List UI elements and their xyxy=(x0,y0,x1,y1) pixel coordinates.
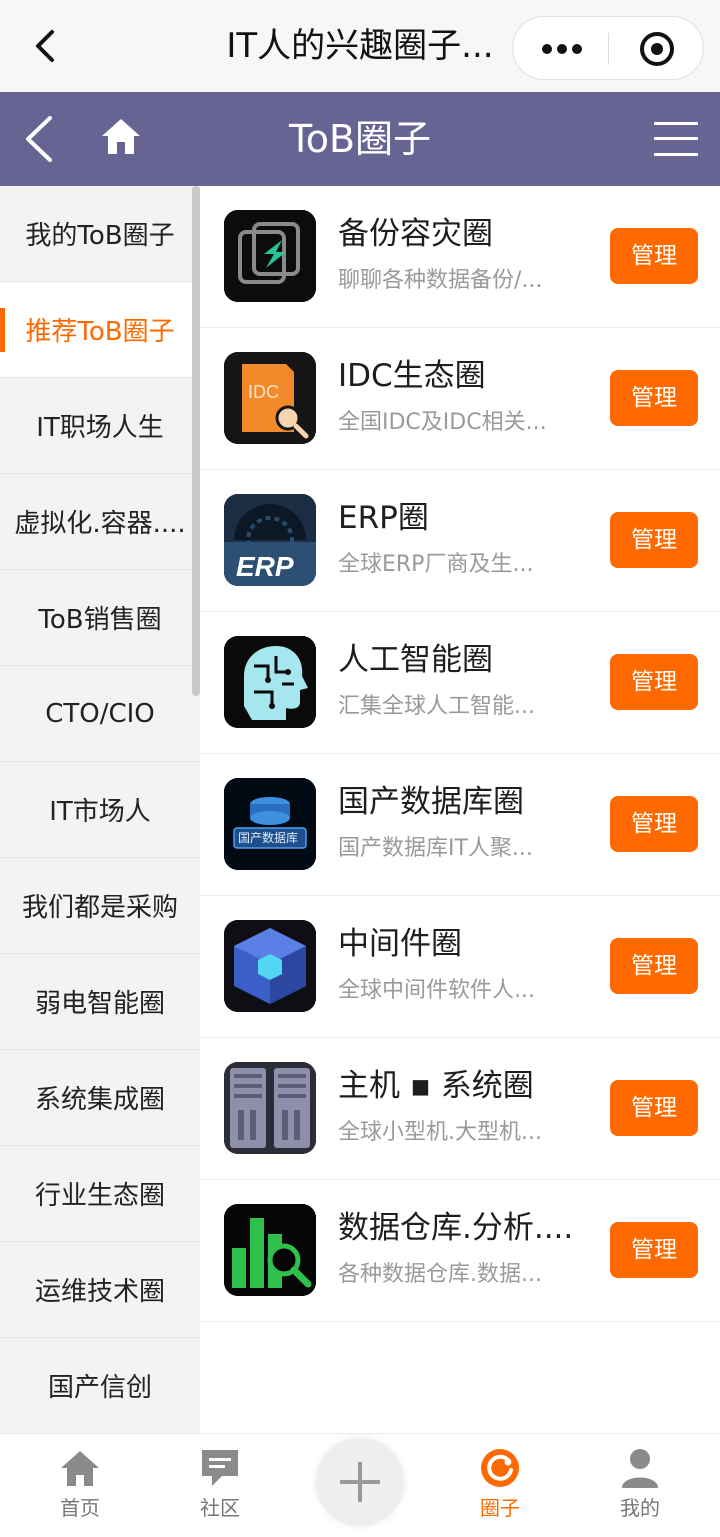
idc-icon-text: IDC xyxy=(248,382,279,402)
middleware-cube-icon xyxy=(224,920,316,1012)
list-item[interactable]: 备份容灾圈 聊聊各种数据备份/... 管理 xyxy=(200,186,720,328)
sidebar-item-industry-ecosystem[interactable]: 行业生态圈 xyxy=(0,1146,200,1242)
sidebar-scrollbar[interactable] xyxy=(192,186,200,696)
erp-icon: ERP xyxy=(224,494,316,586)
capsule-divider xyxy=(608,33,609,65)
miniapp-title: IT人的兴趣圈子... xyxy=(226,26,494,66)
sidebar-item-my-tob[interactable]: 我的ToB圈子 xyxy=(0,186,200,282)
circle-name: 数据仓库.分析.... xyxy=(338,1210,574,1246)
user-icon xyxy=(618,1446,662,1490)
header-back-icon[interactable] xyxy=(16,112,60,166)
sidebar-item-label: 推荐ToB圈子 xyxy=(25,317,175,347)
sidebar-item-procurement[interactable]: 我们都是采购 xyxy=(0,858,200,954)
list-item[interactable]: IDC IDC生态圈 全国IDC及IDC相关... 管理 xyxy=(200,328,720,470)
manage-button[interactable]: 管理 xyxy=(610,228,698,284)
circle-name: ERP圈 xyxy=(338,500,429,536)
list-item[interactable]: 数据仓库.分析.... 各种数据仓库.数据... 管理 xyxy=(200,1180,720,1322)
circle-description: 汇集全球人工智能... xyxy=(338,694,535,719)
circle-description: 全国IDC及IDC相关... xyxy=(338,410,547,435)
back-arrow-icon[interactable] xyxy=(26,26,66,66)
page-header: ToB圈子 xyxy=(0,92,720,186)
sidebar-item-label: IT职场人生 xyxy=(36,413,164,443)
db-icon-text: 国产数据库 xyxy=(238,830,298,845)
circle-name: 国产数据库圈 xyxy=(338,784,524,820)
add-post-button[interactable] xyxy=(316,1438,404,1526)
sidebar-item-label: 系统集成圈 xyxy=(34,1085,165,1115)
circle-description: 国产数据库IT人聚... xyxy=(338,836,533,861)
list-item[interactable]: 中间件圈 全球中间件软件人... 管理 xyxy=(200,896,720,1038)
sidebar-item-weak-current[interactable]: 弱电智能圈 xyxy=(0,954,200,1050)
sidebar-item-cto-cio[interactable]: CTO/CIO xyxy=(0,666,200,762)
manage-button[interactable]: 管理 xyxy=(610,1222,698,1278)
circle-description: 全球中间件软件人... xyxy=(338,978,535,1003)
sidebar-item-label: 行业生态圈 xyxy=(34,1181,165,1211)
circle-description: 全球小型机.大型机... xyxy=(338,1120,542,1145)
manage-button[interactable]: 管理 xyxy=(610,654,698,710)
circle-icon xyxy=(478,1446,522,1490)
backup-recovery-icon xyxy=(224,210,316,302)
circle-description: 全球ERP厂商及生... xyxy=(338,552,534,577)
sidebar-item-it-marketing[interactable]: IT市场人 xyxy=(0,762,200,858)
manage-button[interactable]: 管理 xyxy=(610,512,698,568)
circle-name: IDC生态圈 xyxy=(338,358,486,394)
server-icon xyxy=(224,1062,316,1154)
sidebar-item-label: 我的ToB圈子 xyxy=(25,221,175,251)
miniapp-capsule xyxy=(512,16,704,80)
circle-description: 各种数据仓库.数据... xyxy=(338,1262,542,1287)
tab-community[interactable]: 社区 xyxy=(170,1434,270,1537)
tab-mine[interactable]: 我的 xyxy=(590,1434,690,1537)
sidebar-item-domestic-xinchuang[interactable]: 国产信创 xyxy=(0,1338,200,1433)
tab-label: 社区 xyxy=(200,1496,240,1520)
tab-label: 首页 xyxy=(60,1496,100,1520)
circle-name: 备份容灾圈 xyxy=(338,216,493,252)
close-miniapp-icon[interactable] xyxy=(631,29,681,69)
sidebar-item-label: 国产信创 xyxy=(47,1373,152,1403)
sidebar-item-label: 运维技术圈 xyxy=(34,1277,165,1307)
home-icon[interactable] xyxy=(98,114,144,160)
list-item[interactable]: 国产数据库 国产数据库圈 国产数据库IT人聚... 管理 xyxy=(200,754,720,896)
bottom-tab-bar: 首页 社区 圈子 我的 xyxy=(0,1433,720,1537)
category-sidebar: 我的ToB圈子 推荐ToB圈子 IT职场人生 虚拟化.容器.... ToB销售圈… xyxy=(0,186,200,1433)
sidebar-item-label: CTO/CIO xyxy=(45,698,155,729)
chat-icon xyxy=(198,1446,242,1490)
data-analysis-icon xyxy=(224,1204,316,1296)
manage-button[interactable]: 管理 xyxy=(610,796,698,852)
ai-head-icon xyxy=(224,636,316,728)
sidebar-item-virtualization[interactable]: 虚拟化.容器.... xyxy=(0,474,200,570)
circle-name: 中间件圈 xyxy=(338,926,462,962)
manage-button[interactable]: 管理 xyxy=(610,1080,698,1136)
list-item[interactable]: ERP ERP圈 全球ERP厂商及生... 管理 xyxy=(200,470,720,612)
tab-label: 圈子 xyxy=(480,1496,520,1520)
database-icon: 国产数据库 xyxy=(224,778,316,870)
plus-icon xyxy=(340,1462,380,1502)
menu-icon[interactable] xyxy=(652,116,700,162)
sidebar-item-label: IT市场人 xyxy=(49,797,151,827)
circle-description: 聊聊各种数据备份/... xyxy=(338,268,543,293)
sidebar-item-system-integration[interactable]: 系统集成圈 xyxy=(0,1050,200,1146)
manage-button[interactable]: 管理 xyxy=(610,938,698,994)
sidebar-item-it-career[interactable]: IT职场人生 xyxy=(0,378,200,474)
sidebar-item-label: ToB销售圈 xyxy=(38,605,162,635)
circle-name: 主机 ▪ 系统圈 xyxy=(338,1068,534,1104)
manage-button[interactable]: 管理 xyxy=(610,370,698,426)
sidebar-item-label: 我们都是采购 xyxy=(21,893,178,923)
tab-circles[interactable]: 圈子 xyxy=(450,1434,550,1537)
list-item[interactable]: 主机 ▪ 系统圈 全球小型机.大型机... 管理 xyxy=(200,1038,720,1180)
list-item[interactable]: 人工智能圈 汇集全球人工智能... 管理 xyxy=(200,612,720,754)
sidebar-item-label: 虚拟化.容器.... xyxy=(14,509,186,539)
miniapp-nav-bar: IT人的兴趣圈子... xyxy=(0,0,720,92)
sidebar-item-label: 弱电智能圈 xyxy=(34,989,165,1019)
sidebar-item-recommended-tob[interactable]: 推荐ToB圈子 xyxy=(0,282,200,378)
page-title: ToB圈子 xyxy=(288,117,432,161)
more-options-icon[interactable] xyxy=(527,29,597,69)
erp-icon-text: ERP xyxy=(236,551,294,582)
idc-icon: IDC xyxy=(224,352,316,444)
circle-name: 人工智能圈 xyxy=(338,642,493,678)
sidebar-item-ops-tech[interactable]: 运维技术圈 xyxy=(0,1242,200,1338)
sidebar-item-tob-sales[interactable]: ToB销售圈 xyxy=(0,570,200,666)
home-icon xyxy=(58,1446,102,1490)
tab-home[interactable]: 首页 xyxy=(30,1434,130,1537)
tab-label: 我的 xyxy=(620,1496,660,1520)
circle-list: 备份容灾圈 聊聊各种数据备份/... 管理 IDC IDC生态圈 全国IDC及I… xyxy=(200,186,720,1322)
